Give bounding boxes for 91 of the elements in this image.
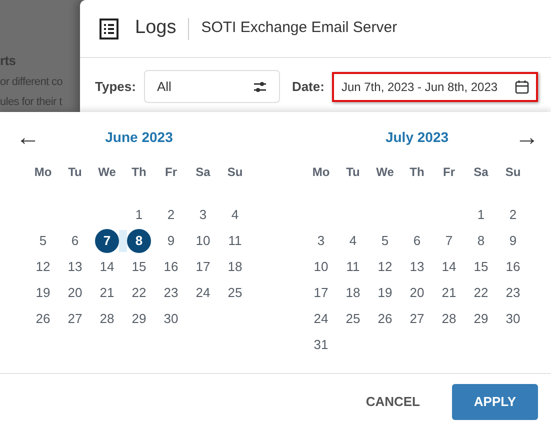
day-button[interactable]: 15 [469, 255, 493, 279]
day-button[interactable]: 13 [405, 255, 429, 279]
day-button[interactable]: 17 [309, 281, 333, 305]
day-button[interactable]: 30 [159, 307, 183, 331]
weekday-label: Sa [196, 164, 210, 181]
list-icon [99, 18, 119, 40]
date-range-highlight [119, 230, 127, 252]
types-label: Types: [95, 78, 136, 96]
weekday-label: Tu [346, 164, 360, 181]
cancel-button[interactable]: CANCEL [366, 392, 420, 412]
sliders-icon [252, 80, 267, 92]
day-button[interactable]: 6 [405, 229, 429, 253]
day-button[interactable]: 12 [373, 255, 397, 279]
day-button[interactable]: 10 [191, 229, 215, 253]
next-month-button[interactable]: → [515, 126, 539, 150]
day-button[interactable]: 4 [223, 203, 247, 227]
day-button[interactable]: 8 [127, 229, 151, 253]
date-label: Date: [292, 78, 324, 96]
day-button[interactable]: 20 [63, 281, 87, 305]
day-button[interactable]: 25 [223, 281, 247, 305]
day-button[interactable]: 13 [63, 255, 87, 279]
day-button[interactable]: 4 [341, 229, 365, 253]
weekday-label: We [98, 164, 116, 181]
day-button[interactable]: 21 [437, 281, 461, 305]
day-button[interactable]: 23 [501, 281, 525, 305]
types-select[interactable]: All [144, 70, 280, 103]
day-button[interactable]: 14 [95, 255, 119, 279]
day-button[interactable]: 9 [159, 229, 183, 253]
day-button[interactable]: 26 [373, 307, 397, 331]
day-button[interactable]: 16 [501, 255, 525, 279]
day-button[interactable]: 19 [31, 281, 55, 305]
day-button[interactable]: 28 [437, 307, 461, 331]
day-button[interactable]: 9 [501, 229, 525, 253]
weekday-label: Mo [34, 164, 52, 181]
calendar-icon [515, 80, 530, 94]
day-button[interactable]: 28 [95, 307, 119, 331]
day-button[interactable]: 11 [341, 255, 365, 279]
day-button[interactable]: 14 [437, 255, 461, 279]
day-button[interactable]: 3 [191, 203, 215, 227]
day-button[interactable]: 25 [341, 307, 365, 331]
day-button[interactable]: 30 [501, 307, 525, 331]
day-button[interactable]: 1 [127, 203, 151, 227]
day-button[interactable]: 12 [31, 255, 55, 279]
day-button[interactable]: 6 [63, 229, 87, 253]
date-field[interactable]: Jun 7th, 2023 - Jun 8th, 2023 [332, 72, 538, 102]
day-button[interactable]: 7 [437, 229, 461, 253]
weekday-label: Mo [312, 164, 330, 181]
day-button[interactable]: 10 [309, 255, 333, 279]
weekday-label: Sa [474, 164, 488, 181]
day-button[interactable]: 8 [469, 229, 493, 253]
day-button[interactable]: 26 [31, 307, 55, 331]
day-button[interactable]: 27 [63, 307, 87, 331]
weekday-label: Fr [443, 164, 455, 181]
day-button[interactable]: 7 [95, 229, 119, 253]
day-button[interactable]: 5 [31, 229, 55, 253]
day-button[interactable]: 19 [373, 281, 397, 305]
weekday-label: Su [505, 164, 521, 181]
day-button[interactable]: 18 [341, 281, 365, 305]
day-button[interactable]: 22 [127, 281, 151, 305]
month-title: June 2023 [105, 128, 173, 146]
day-button[interactable]: 15 [127, 255, 151, 279]
day-button[interactable]: 2 [501, 203, 525, 227]
previous-month-button[interactable]: ← [16, 126, 40, 150]
day-button[interactable]: 31 [309, 333, 333, 357]
weekday-label: Th [132, 164, 146, 181]
day-button[interactable]: 3 [309, 229, 333, 253]
weekday-label: Tu [68, 164, 82, 181]
weekday-label: Th [410, 164, 424, 181]
dialog-subtitle: SOTI Exchange Email Server [201, 18, 398, 38]
day-button[interactable]: 2 [159, 203, 183, 227]
day-button[interactable]: 22 [469, 281, 493, 305]
dialog-title: Logs [135, 16, 176, 40]
day-button[interactable]: 29 [469, 307, 493, 331]
day-button[interactable]: 21 [95, 281, 119, 305]
day-button[interactable]: 24 [309, 307, 333, 331]
weekday-label: Su [227, 164, 243, 181]
day-button[interactable]: 5 [373, 229, 397, 253]
weekday-label: Fr [165, 164, 177, 181]
day-button[interactable]: 18 [223, 255, 247, 279]
day-button[interactable]: 27 [405, 307, 429, 331]
apply-button[interactable]: APPLY [452, 384, 538, 420]
weekday-label: We [376, 164, 394, 181]
day-button[interactable]: 20 [405, 281, 429, 305]
day-button[interactable]: 24 [191, 281, 215, 305]
day-button[interactable]: 16 [159, 255, 183, 279]
day-button[interactable]: 11 [223, 229, 247, 253]
day-button[interactable]: 17 [191, 255, 215, 279]
day-button[interactable]: 23 [159, 281, 183, 305]
day-button[interactable]: 1 [469, 203, 493, 227]
day-button[interactable]: 29 [127, 307, 151, 331]
month-title: July 2023 [385, 128, 449, 147]
